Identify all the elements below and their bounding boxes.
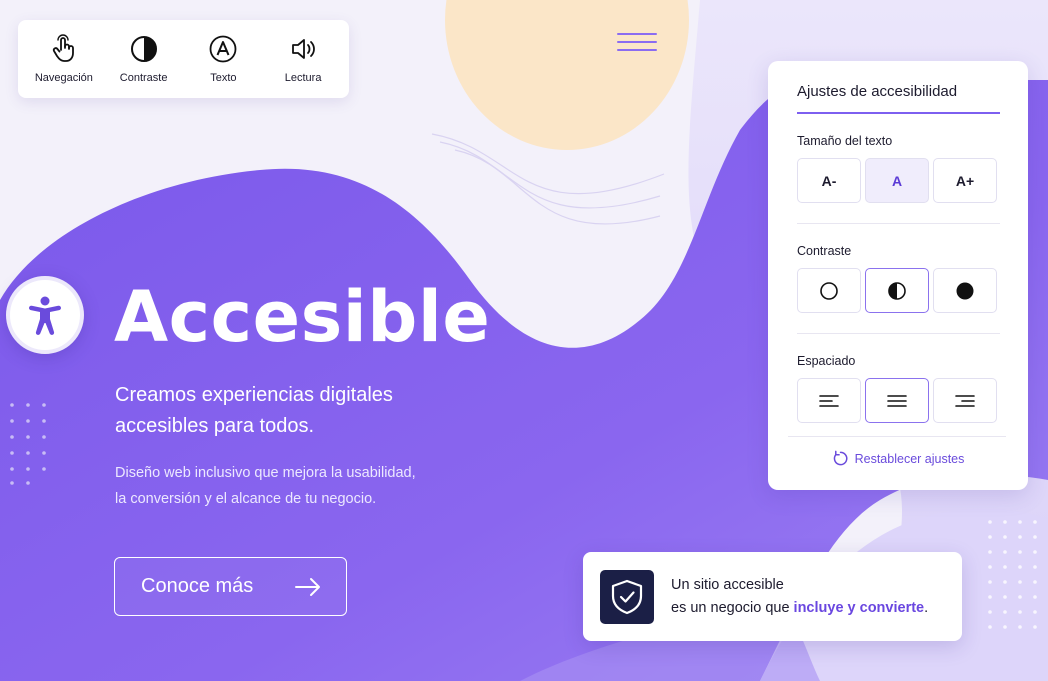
toolbar-item-contraste[interactable]: Contraste xyxy=(104,34,184,84)
hero-title: Accesible xyxy=(114,276,491,358)
accessibility-toolbar: Navegación Contraste Texto Lectura xyxy=(18,20,349,98)
contrast-dark-button[interactable] xyxy=(933,268,997,313)
half-circle-icon xyxy=(888,281,906,300)
toolbar-label: Navegación xyxy=(34,72,93,84)
info-card-prefix: es un negocio que xyxy=(671,599,794,616)
align-left-icon xyxy=(819,394,839,407)
empty-circle-icon xyxy=(820,281,838,300)
info-card-suffix: . xyxy=(924,599,929,616)
reset-icon xyxy=(833,450,848,466)
accessibility-toggle-button[interactable] xyxy=(6,276,84,354)
info-card-line: Un sitio accesible xyxy=(671,576,784,593)
text-size-default-button[interactable]: A xyxy=(865,158,929,203)
info-card-highlight: incluye y convierte xyxy=(793,599,925,616)
arrow-right-icon xyxy=(295,577,320,596)
toolbar-label: Lectura xyxy=(284,72,322,84)
align-center-icon xyxy=(887,394,907,407)
spacing-options xyxy=(797,378,1000,423)
contrast-options xyxy=(797,268,1000,313)
toolbar-item-texto[interactable]: Texto xyxy=(184,34,264,84)
accessibility-person-icon xyxy=(29,296,61,335)
toolbar-item-lectura[interactable]: Lectura xyxy=(263,34,343,84)
contrast-label: Contraste xyxy=(797,244,852,258)
reset-label: Restablecer ajustes xyxy=(854,451,965,466)
info-card: Un sitio accesible es un negocio que inc… xyxy=(583,552,962,641)
info-card-text: Un sitio accesible es un negocio que inc… xyxy=(671,574,928,620)
accessibility-settings-panel: Ajustes de accesibilidad Tamaño del text… xyxy=(768,61,1028,490)
speaker-icon xyxy=(292,39,316,59)
toolbar-item-navegacion[interactable]: Navegación xyxy=(24,34,104,84)
filled-circle-icon xyxy=(956,282,974,299)
divider xyxy=(797,223,1000,224)
cta-label: Conoce más xyxy=(141,575,254,597)
contrast-half-button[interactable] xyxy=(865,268,929,313)
align-right-icon xyxy=(955,394,975,407)
hero-description: Diseño web inclusivo que mejora la usabi… xyxy=(115,460,495,512)
info-card-line: es un negocio que incluye y convierte. xyxy=(671,597,928,620)
align-left-button[interactable] xyxy=(797,378,861,423)
contrast-light-button[interactable] xyxy=(797,268,861,313)
hero-description-line: la conversión y el alcance de tu negocio… xyxy=(115,491,377,507)
text-size-label: Tamaño del texto xyxy=(797,134,893,148)
text-a-icon xyxy=(209,35,237,63)
conoce-mas-button[interactable]: Conoce más xyxy=(114,557,347,616)
shield-check-icon xyxy=(600,569,654,624)
hero-subtitle-line: accesibles para todos. xyxy=(115,415,315,437)
text-size-decrease-button[interactable]: A- xyxy=(797,158,861,203)
menu-icon[interactable] xyxy=(617,33,657,55)
align-center-button[interactable] xyxy=(865,378,929,423)
text-size-options: A- A A+ xyxy=(797,158,1000,203)
hero-subtitle-line: Creamos experiencias digitales xyxy=(115,384,393,406)
hero-description-line: Diseño web inclusivo que mejora la usabi… xyxy=(115,465,416,481)
hand-pointer-icon xyxy=(52,34,74,62)
reset-settings-button[interactable]: Restablecer ajustes xyxy=(768,450,1028,467)
toolbar-label: Texto xyxy=(210,72,237,84)
hero-subtitle: Creamos experiencias digitales accesible… xyxy=(115,380,495,442)
contrast-icon xyxy=(130,36,157,62)
text-size-increase-button[interactable]: A+ xyxy=(933,158,997,203)
toolbar-label: Contraste xyxy=(119,72,168,84)
align-right-button[interactable] xyxy=(933,378,997,423)
divider xyxy=(797,333,1000,334)
divider xyxy=(788,436,1006,437)
panel-title: Ajustes de accesibilidad xyxy=(797,83,1000,114)
spacing-label: Espaciado xyxy=(797,354,856,368)
